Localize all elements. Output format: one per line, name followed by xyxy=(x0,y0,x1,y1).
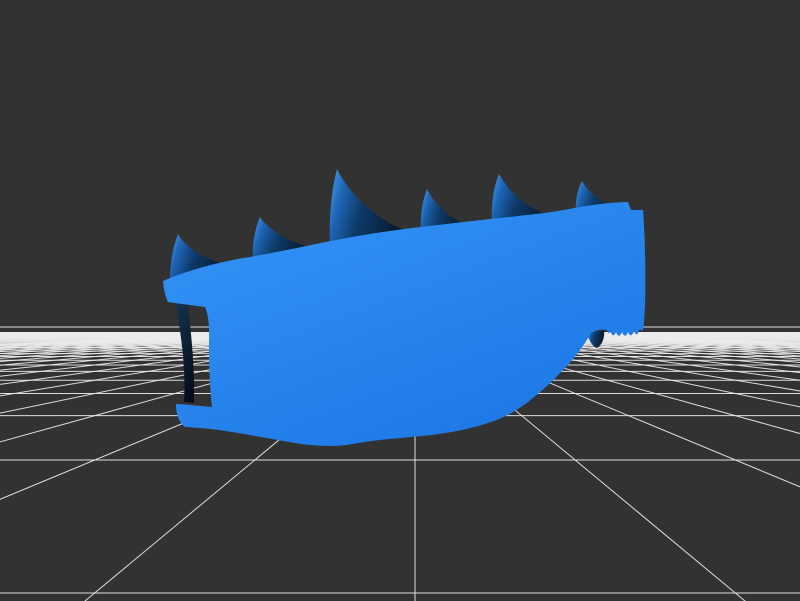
mouth-interior xyxy=(176,304,194,403)
creature-body[interactable] xyxy=(163,202,645,446)
creature-model[interactable] xyxy=(0,0,800,601)
3d-viewport[interactable] xyxy=(0,0,800,601)
